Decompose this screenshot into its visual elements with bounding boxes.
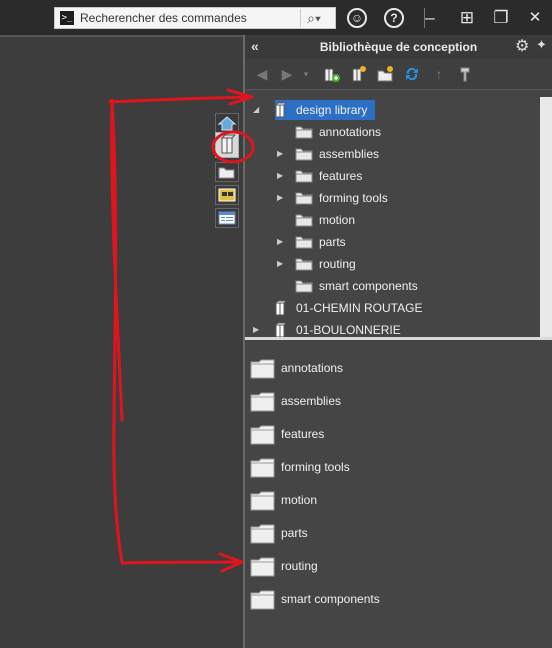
tree-root-design-library[interactable]: ◢ design library bbox=[251, 100, 540, 120]
expand-arrow-icon[interactable]: ▶ bbox=[277, 254, 287, 274]
refresh-icon[interactable] bbox=[403, 65, 421, 83]
folder-icon bbox=[250, 359, 275, 379]
home-icon bbox=[217, 116, 237, 131]
tree-item-assemblies[interactable]: ▶ assemblies bbox=[273, 144, 533, 164]
folder-icon bbox=[250, 557, 275, 577]
add-file-location-icon[interactable] bbox=[349, 65, 367, 83]
folder-icon bbox=[250, 491, 275, 511]
search-icon[interactable]: ⌕▾ bbox=[300, 9, 327, 27]
folder-icon bbox=[295, 278, 313, 299]
design-library-icon bbox=[220, 134, 237, 154]
tab-view-palette[interactable] bbox=[215, 185, 239, 205]
design-library-icon bbox=[273, 300, 289, 322]
command-search-input[interactable]: Recherencher des commandes bbox=[80, 11, 247, 26]
folder-icon bbox=[250, 425, 275, 445]
command-search-box[interactable]: >_ Recherencher des commandes ⌕▾ bbox=[54, 7, 336, 29]
toolbox-icon[interactable] bbox=[456, 65, 474, 83]
tree-item-library-1[interactable]: 01-CHEMIN ROUTAGE bbox=[251, 298, 531, 318]
folder-icon bbox=[295, 256, 313, 277]
tree-item-library-2[interactable]: ▶ 01-BOULONNERIE bbox=[251, 320, 531, 337]
folder-icon bbox=[250, 590, 275, 610]
tree-item-parts[interactable]: ▶ parts bbox=[273, 232, 533, 252]
create-new-folder-icon[interactable] bbox=[376, 65, 394, 83]
expand-arrow-icon[interactable]: ▶ bbox=[253, 320, 263, 337]
folder-list-label: forming tools bbox=[281, 460, 350, 474]
folder-list-label: motion bbox=[281, 493, 318, 507]
tree-item-label: smart components bbox=[319, 279, 418, 293]
graphics-area bbox=[0, 35, 243, 648]
design-library-panel: « Bibliothèque de conception ⚙ ✦ ◀ ▶ ▾ ↑… bbox=[243, 35, 552, 648]
tree-item-features[interactable]: ▶ features bbox=[273, 166, 533, 186]
tree-item-label: forming tools bbox=[319, 191, 388, 205]
tree-item-motion[interactable]: motion bbox=[273, 210, 533, 230]
folder-icon bbox=[295, 190, 313, 211]
dropdown-arrow-icon[interactable]: – bbox=[418, 6, 442, 30]
properties-icon bbox=[218, 211, 236, 225]
tree-item-label: design library bbox=[296, 103, 368, 117]
tab-design-library[interactable] bbox=[215, 132, 239, 158]
folder-list-label: parts bbox=[281, 526, 308, 540]
expand-arrow-icon[interactable]: ▶ bbox=[277, 144, 287, 164]
history-dropdown-icon[interactable]: ▾ bbox=[297, 65, 315, 83]
folder-icon bbox=[295, 212, 313, 233]
tab-file-explorer[interactable] bbox=[215, 162, 239, 182]
design-library-icon bbox=[273, 322, 289, 337]
folder-list-label: assemblies bbox=[281, 394, 342, 408]
folder-icon bbox=[250, 524, 275, 544]
tree-item-label: annotations bbox=[319, 125, 382, 139]
user-account-icon[interactable]: ☺ bbox=[347, 8, 367, 28]
help-icon[interactable]: ? bbox=[384, 8, 404, 28]
restore-window-icon[interactable]: ❐ bbox=[489, 6, 513, 30]
tree-item-label: assemblies bbox=[319, 147, 380, 161]
title-bar: >_ Recherencher des commandes ⌕▾ ☺ ? – ⊞… bbox=[0, 0, 552, 35]
tree-item-label: routing bbox=[319, 257, 356, 271]
forward-icon[interactable]: ▶ bbox=[278, 65, 296, 83]
tree-item-label: motion bbox=[319, 213, 356, 227]
tree-item-label: features bbox=[319, 169, 363, 183]
add-to-library-icon[interactable] bbox=[322, 65, 340, 83]
folder-list-label: smart components bbox=[281, 592, 380, 606]
folder-list-label: routing bbox=[281, 559, 318, 573]
expand-arrow-icon[interactable]: ▶ bbox=[277, 166, 287, 186]
back-icon[interactable]: ◀ bbox=[253, 65, 271, 83]
tree-item-forming-tools[interactable]: ▶ forming tools bbox=[273, 188, 533, 208]
tab-solidworks-resources[interactable] bbox=[215, 113, 239, 133]
tab-custom-properties[interactable] bbox=[215, 208, 239, 228]
folder-icon bbox=[295, 168, 313, 189]
pin-icon[interactable]: ✦ bbox=[536, 37, 547, 53]
view-palette-icon bbox=[218, 188, 236, 202]
folder-icon bbox=[295, 124, 313, 145]
graphics-area-border bbox=[0, 35, 243, 37]
up-one-level-icon[interactable]: ↑ bbox=[430, 65, 448, 83]
gear-icon[interactable]: ⚙ bbox=[515, 36, 529, 56]
panel-header: « Bibliothèque de conception ⚙ ✦ bbox=[245, 35, 552, 59]
panel-title: Bibliothèque de conception bbox=[319, 40, 478, 54]
expand-arrow-icon[interactable]: ▶ bbox=[277, 232, 287, 252]
tree-item-smart-components[interactable]: smart components bbox=[273, 276, 533, 296]
expand-arrow-icon[interactable]: ▶ bbox=[277, 188, 287, 208]
folder-icon bbox=[250, 392, 275, 412]
folder-list-label: features bbox=[281, 427, 325, 441]
collapse-arrow-icon[interactable]: ◢ bbox=[253, 100, 263, 120]
tree-item-routing[interactable]: ▶ routing bbox=[273, 254, 533, 274]
folder-contents-list: annotations assemblies features forming too… bbox=[245, 340, 552, 648]
terminal-icon: >_ bbox=[60, 11, 74, 25]
folder-icon bbox=[250, 458, 275, 478]
folder-icon bbox=[295, 234, 313, 255]
title-bar-divider bbox=[424, 8, 425, 28]
tile-windows-icon[interactable]: ⊞ bbox=[455, 6, 479, 30]
panel-toolbar: ◀ ▶ ▾ ↑ bbox=[245, 59, 552, 90]
folder-list-label: annotations bbox=[281, 361, 344, 375]
tree-item-label: 01-BOULONNERIE bbox=[296, 323, 401, 337]
design-library-icon bbox=[273, 102, 289, 124]
folder-icon bbox=[295, 146, 313, 167]
tree-item-annotations[interactable]: annotations bbox=[273, 122, 533, 142]
library-tree: ◢ design library annotations ▶ assemblies ▶… bbox=[245, 92, 540, 337]
tree-item-label: 01-CHEMIN ROUTAGE bbox=[296, 301, 423, 315]
tree-item-label: parts bbox=[319, 235, 346, 249]
tree-scrollbar[interactable] bbox=[540, 97, 552, 337]
folder-open-icon bbox=[218, 167, 235, 179]
close-window-icon[interactable]: ✕ bbox=[523, 6, 547, 30]
